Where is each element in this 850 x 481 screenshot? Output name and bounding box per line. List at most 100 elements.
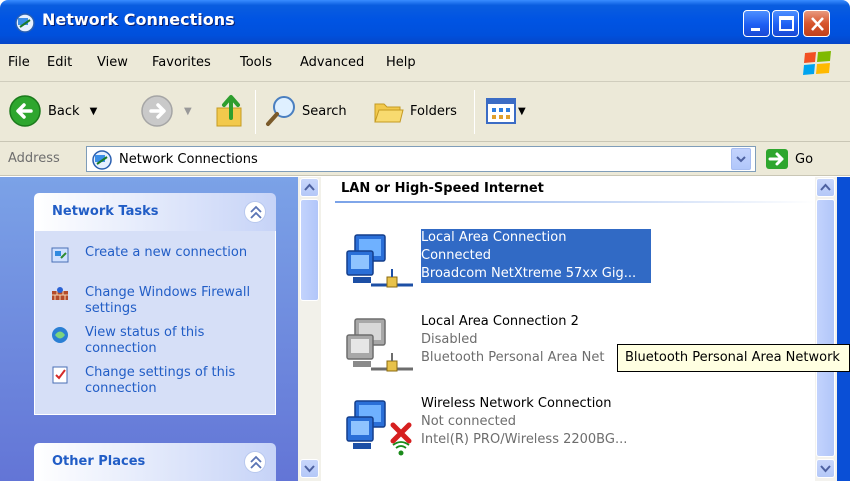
collapse-network-tasks-button[interactable] — [244, 201, 266, 223]
toolbar: Back ▼ ▼ Search Folders ▼ — [0, 82, 850, 142]
task-create-connection-label: Create a new connection — [85, 245, 248, 260]
scroll-down-button[interactable] — [300, 459, 319, 478]
connection-details: Local Area Connection 2 Disabled Bluetoo… — [421, 313, 605, 367]
scroll-thumb[interactable] — [300, 199, 319, 301]
task-pane-scrollbar[interactable] — [298, 177, 321, 481]
connection-name: Local Area Connection 2 — [421, 314, 579, 329]
window-title: Network Connections — [42, 10, 235, 29]
lan-connection-icon — [346, 234, 413, 288]
toolbar-separator — [255, 90, 256, 134]
arrow-down-icon — [820, 465, 831, 473]
connection-details: Local Area Connection Connected Broadcom… — [421, 229, 651, 283]
menu-favorites[interactable]: Favorites — [152, 55, 211, 70]
task-change-settings[interactable]: Change settings of this connection — [51, 365, 265, 397]
task-view-status-label: View status of this connection — [85, 325, 205, 356]
minimize-button[interactable] — [743, 10, 770, 37]
menu-view[interactable]: View — [97, 55, 128, 70]
address-input[interactable]: Network Connections — [86, 146, 756, 172]
network-tasks-header[interactable]: Network Tasks — [34, 193, 276, 231]
back-arrow-icon — [9, 95, 41, 127]
chevron-up-icon — [250, 455, 262, 469]
folders-button[interactable]: Folders — [372, 94, 457, 128]
other-places-title: Other Places — [52, 454, 146, 469]
window-frame-right — [837, 177, 850, 481]
menu-help[interactable]: Help — [386, 55, 416, 70]
menu-bar: File Edit View Favorites Tools Advanced … — [0, 44, 850, 82]
connection-details: Wireless Network Connection Not connecte… — [421, 395, 627, 449]
network-tasks-body: Create a new connection Change Windows F… — [34, 231, 276, 415]
task-pane: Network Tasks Create a new connection Ch… — [0, 177, 298, 481]
content-scroll-up-button[interactable] — [816, 178, 835, 197]
search-icon — [266, 96, 295, 126]
back-label: Back — [48, 103, 80, 119]
windows-logo-icon — [803, 51, 831, 75]
arrow-up-icon — [820, 183, 831, 191]
arrow-down-icon — [304, 465, 315, 473]
chevron-up-icon — [250, 205, 262, 219]
network-tasks-box: Network Tasks Create a new connection Ch… — [34, 193, 276, 415]
task-change-settings-label: Change settings of this connection — [85, 365, 236, 396]
title-bar[interactable]: Network Connections — [0, 0, 850, 44]
folders-label: Folders — [410, 103, 457, 119]
task-firewall-settings[interactable]: Change Windows Firewall settings — [51, 285, 265, 317]
address-bar: Address Network Connections Go — [0, 142, 850, 176]
views-icon — [486, 98, 516, 124]
group-title: LAN or High-Speed Internet — [341, 181, 544, 196]
task-create-connection[interactable]: Create a new connection — [51, 245, 265, 264]
connection-name: Local Area Connection — [421, 230, 567, 245]
content-scroll-down-button[interactable] — [816, 459, 835, 478]
close-icon — [811, 17, 824, 31]
folders-icon — [374, 103, 404, 123]
other-places-box: Other Places — [34, 443, 276, 481]
maximize-icon — [779, 16, 794, 31]
chevron-down-icon — [736, 156, 746, 163]
connections-list: LAN or High-Speed Internet Local Area Co… — [321, 177, 815, 481]
menu-advanced[interactable]: Advanced — [300, 55, 364, 70]
task-view-status[interactable]: View status of this connection — [51, 325, 265, 357]
connection-status: Not connected — [421, 414, 516, 429]
connection-name: Wireless Network Connection — [421, 396, 612, 411]
back-button[interactable]: Back ▼ — [8, 94, 97, 128]
scroll-up-button[interactable] — [300, 178, 319, 197]
task-firewall-settings-label: Change Windows Firewall settings — [85, 285, 251, 316]
connection-status: Connected — [421, 248, 492, 263]
forward-arrow-icon — [141, 95, 173, 127]
connection-device: Bluetooth Personal Area Net — [421, 350, 605, 365]
arrow-up-icon — [304, 183, 315, 191]
up-folder-icon — [216, 95, 242, 127]
search-label: Search — [302, 103, 347, 119]
forward-button[interactable]: ▼ — [140, 94, 192, 128]
forward-dropdown-icon[interactable]: ▼ — [184, 106, 192, 117]
menu-tools[interactable]: Tools — [240, 55, 272, 70]
new-connection-icon — [51, 247, 69, 263]
connection-device: Intel(R) PRO/Wireless 2200BG... — [421, 432, 628, 447]
menu-edit[interactable]: Edit — [47, 55, 72, 70]
other-places-header[interactable]: Other Places — [34, 443, 276, 481]
close-button[interactable] — [803, 10, 830, 37]
tooltip: Bluetooth Personal Area Network — [617, 344, 850, 372]
address-value: Network Connections — [119, 152, 258, 167]
views-button[interactable]: ▼ — [486, 97, 526, 125]
connection-status: Disabled — [421, 332, 478, 347]
firewall-icon — [52, 287, 68, 300]
menu-file[interactable]: File — [8, 55, 30, 70]
address-dropdown-button[interactable] — [731, 148, 751, 170]
minimize-icon — [751, 28, 760, 31]
content-scroll-thumb[interactable] — [816, 199, 835, 457]
wireless-disconnected-icon — [346, 400, 412, 456]
network-tasks-title: Network Tasks — [52, 204, 159, 219]
up-folder-button[interactable] — [213, 92, 249, 130]
search-button[interactable]: Search — [264, 94, 347, 128]
settings-icon — [52, 366, 68, 384]
back-dropdown-icon[interactable]: ▼ — [90, 106, 98, 117]
go-label: Go — [795, 151, 814, 167]
connection-device: Broadcom NetXtreme 57xx Gig... — [421, 266, 637, 281]
network-connections-icon — [15, 13, 35, 33]
address-label: Address — [8, 151, 60, 166]
content-scrollbar[interactable] — [815, 177, 837, 481]
maximize-button[interactable] — [772, 10, 799, 37]
collapse-other-places-button[interactable] — [244, 451, 266, 473]
views-dropdown-icon[interactable]: ▼ — [518, 106, 526, 117]
go-button[interactable]: Go — [765, 148, 813, 170]
toolbar-separator-2 — [474, 90, 475, 134]
